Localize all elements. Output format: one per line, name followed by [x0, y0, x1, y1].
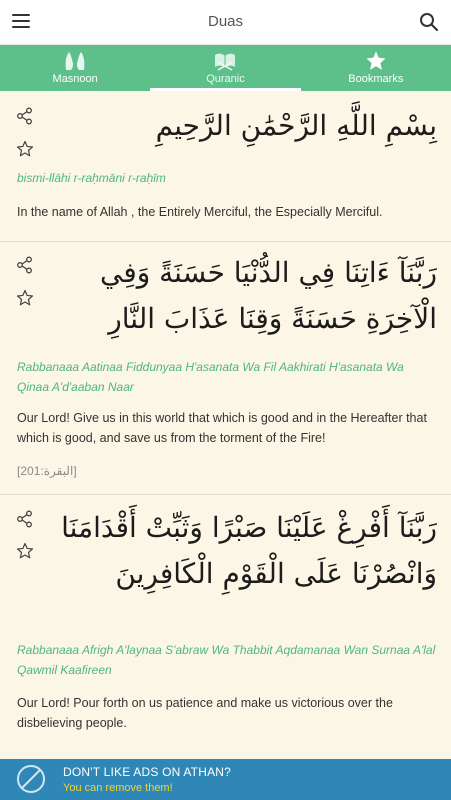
dua-list: بِسْمِ اللَّهِ الرَّحْمَٰنِ الرَّحِيمِ b… [0, 91, 451, 759]
dua-translation: Our Lord! Pour forth on us patience and … [17, 696, 393, 730]
search-icon[interactable] [419, 12, 439, 32]
ad-title: DON'T LIKE ADS ON ATHAN? [63, 765, 232, 779]
hands-icon [63, 50, 87, 72]
dua-transliteration: bismi-llāhi r-raḥmāni r-raḥīm [17, 171, 166, 185]
tab-masnoon[interactable]: Masnoon [0, 45, 150, 91]
dua-transliteration: Rabbanaaa Afrigh A'laynaa S'abraw Wa Tha… [17, 643, 436, 677]
tab-bookmarks-label: Bookmarks [348, 73, 404, 85]
dua-card: بِسْمِ اللَّهِ الرَّحْمَٰنِ الرَّحِيمِ b… [0, 91, 451, 242]
dua-arabic: رَبَّنَآ أَفْرِغْ عَلَيْنَا صَبْرًا وَثَ… [61, 511, 437, 590]
dua-card: رَبَّنَآ أَفْرِغْ عَلَيْنَا صَبْرًا وَثَ… [0, 495, 451, 759]
bookmark-star-icon[interactable] [16, 140, 34, 158]
page-title: Duas [207, 13, 244, 30]
tab-quranic-label: Quranic [206, 73, 245, 85]
dua-translation: Our Lord! Give us in this world that whi… [17, 411, 427, 445]
tab-masnoon-label: Masnoon [52, 73, 98, 85]
ad-banner[interactable]: DON'T LIKE ADS ON ATHAN? You can remove … [0, 759, 451, 800]
tab-quranic[interactable]: Quranic [150, 45, 301, 91]
dua-arabic: بِسْمِ اللَّهِ الرَّحْمَٰنِ الرَّحِيمِ [155, 109, 437, 142]
share-icon[interactable] [16, 256, 34, 274]
dua-card: رَبَّنَآ ءَاتِنَا فِي الدُّنْيَا حَسَنَة… [0, 242, 451, 495]
tab-bookmarks[interactable]: Bookmarks [301, 45, 451, 91]
remove-ads-link[interactable]: You can remove them! [63, 782, 173, 794]
quran-icon [213, 50, 237, 72]
dua-translation: In the name of Allah , the Entirely Merc… [17, 205, 383, 219]
dua-transliteration: Rabbanaaa Aatinaa Fiddunyaa H'asanata Wa… [17, 360, 404, 394]
star-icon [364, 50, 388, 72]
bookmark-star-icon[interactable] [16, 289, 34, 307]
no-ads-icon [16, 764, 46, 794]
dua-arabic: رَبَّنَآ ءَاتِنَا فِي الدُّنْيَا حَسَنَة… [99, 256, 437, 335]
share-icon[interactable] [16, 107, 34, 125]
bookmark-star-icon[interactable] [16, 542, 34, 560]
dua-reference: [البقرة:201] [17, 464, 77, 478]
tab-bar: Masnoon Quranic Bookmarks [0, 45, 451, 91]
top-bar: Duas [0, 0, 451, 45]
share-icon[interactable] [16, 510, 34, 528]
